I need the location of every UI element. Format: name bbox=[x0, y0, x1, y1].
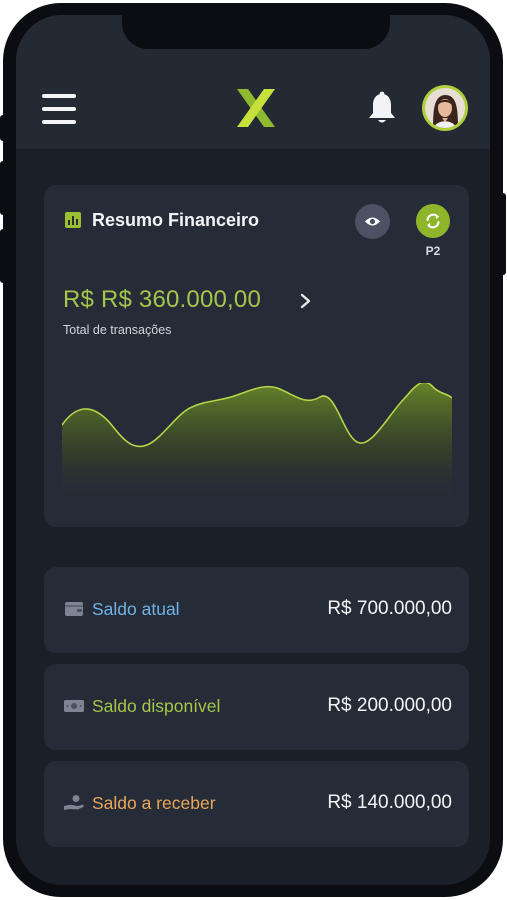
hand-money-icon bbox=[64, 795, 84, 810]
balance-value: R$ 200.000,00 bbox=[327, 695, 452, 716]
balance-value: R$ 140.000,00 bbox=[327, 792, 452, 813]
eye-icon bbox=[365, 217, 380, 226]
refresh-button[interactable] bbox=[416, 204, 450, 238]
balance-row-saldo-disponivel[interactable]: Saldo disponível R$ 200.000,00 bbox=[44, 664, 469, 750]
refresh-caption: P2 bbox=[425, 244, 441, 258]
balance-row-saldo-a-receber[interactable]: Saldo a receber R$ 140.000,00 bbox=[44, 761, 469, 847]
chevron-right-icon[interactable] bbox=[296, 289, 316, 313]
balance-value: R$ 700.000,00 bbox=[327, 598, 452, 619]
balance-label: Saldo atual bbox=[92, 599, 180, 619]
wallet-icon bbox=[65, 602, 83, 616]
avatar-photo bbox=[425, 88, 465, 128]
app-screen: Resumo Financeiro P2 R$ R$ 360.000,00 To… bbox=[16, 15, 490, 885]
phone-frame: Resumo Financeiro P2 R$ R$ 360.000,00 To… bbox=[0, 3, 506, 897]
total-amount-caption: Total de transações bbox=[63, 323, 172, 337]
banknote-icon bbox=[64, 700, 84, 712]
bell-icon[interactable] bbox=[366, 91, 398, 125]
balance-label: Saldo a receber bbox=[92, 793, 216, 813]
phone-notch bbox=[122, 15, 390, 49]
phone-side-button bbox=[0, 115, 6, 141]
summary-title: Resumo Financeiro bbox=[92, 210, 260, 230]
hamburger-menu-icon[interactable] bbox=[42, 94, 76, 124]
chart-area bbox=[62, 383, 452, 503]
bar-chart-icon bbox=[65, 212, 81, 228]
balance-label: Saldo disponível bbox=[92, 696, 221, 716]
phone-volume-down bbox=[0, 229, 6, 283]
transactions-area-chart bbox=[62, 383, 452, 503]
total-amount: R$ R$ 360.000,00 bbox=[63, 286, 262, 313]
x-logo-icon bbox=[237, 89, 275, 127]
financial-summary-card: Resumo Financeiro P2 R$ R$ 360.000,00 To… bbox=[44, 185, 469, 527]
user-avatar[interactable] bbox=[422, 85, 468, 131]
balance-row-saldo-atual[interactable]: Saldo atual R$ 700.000,00 bbox=[44, 567, 469, 653]
toggle-visibility-button[interactable] bbox=[355, 204, 390, 239]
phone-volume-up bbox=[0, 161, 6, 215]
refresh-icon bbox=[426, 213, 440, 229]
phone-power-button bbox=[500, 193, 506, 275]
